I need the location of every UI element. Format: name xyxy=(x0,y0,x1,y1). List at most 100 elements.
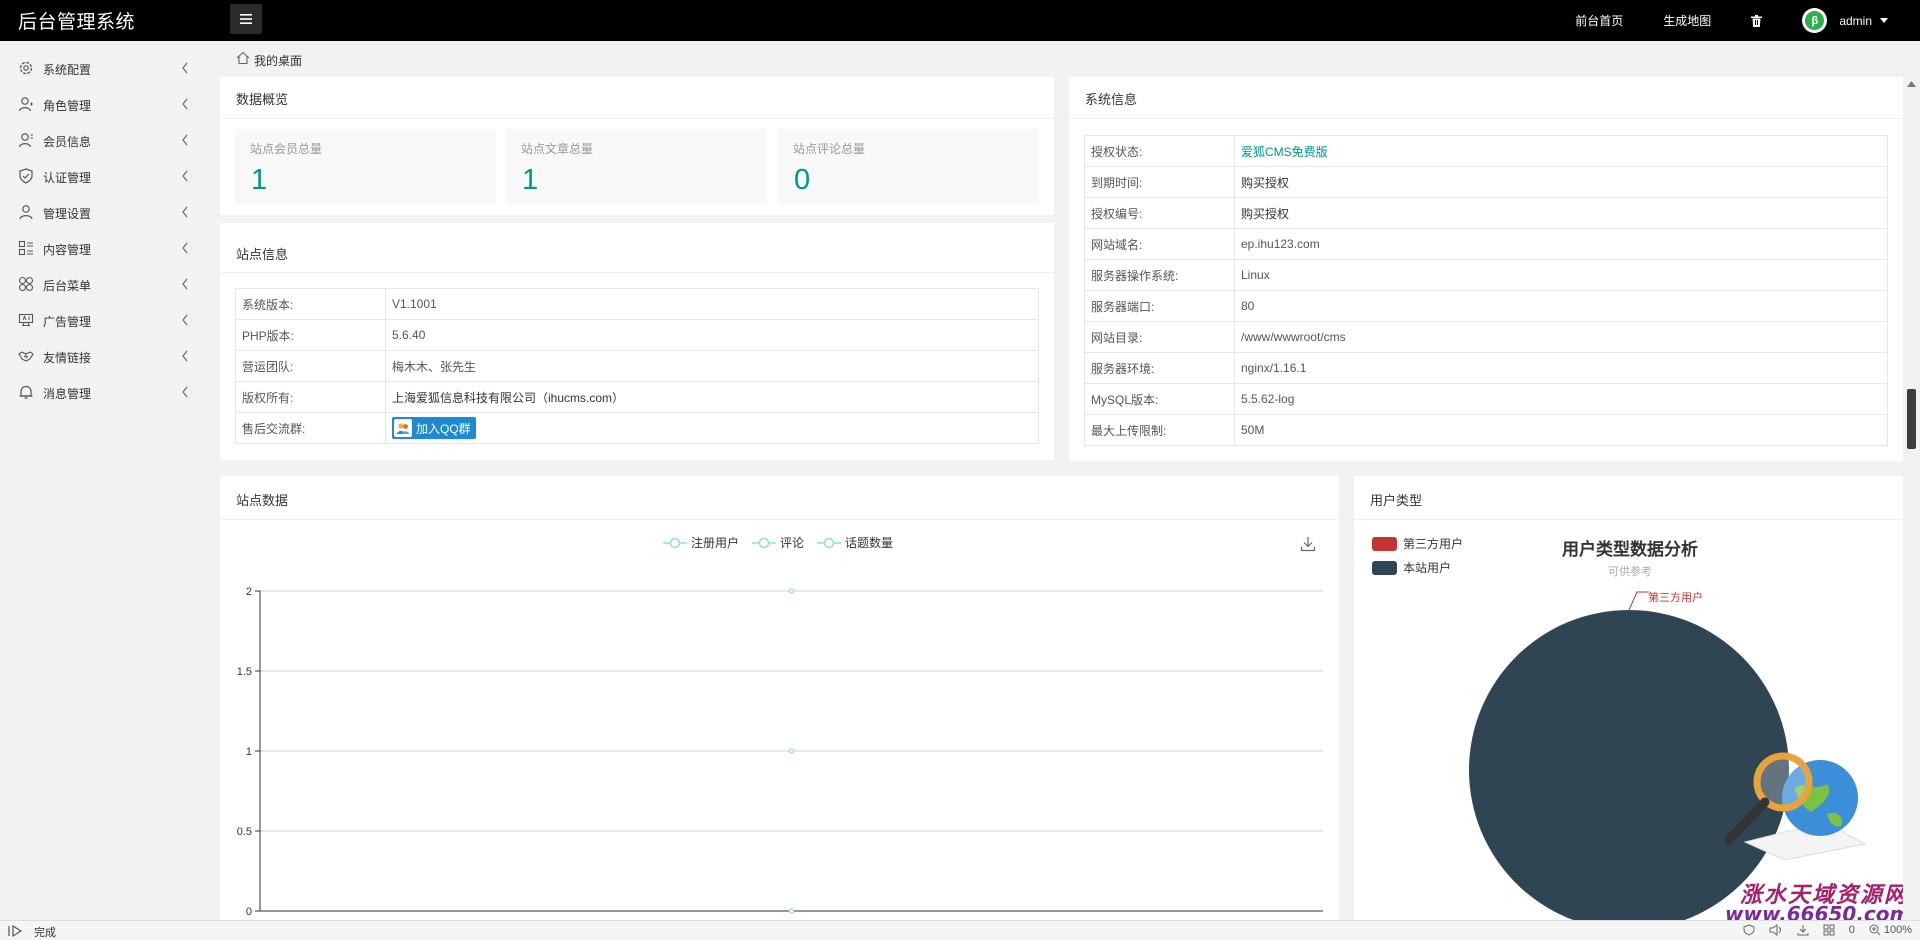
chevron-left-icon xyxy=(182,134,188,146)
line-chart: 2 1.5 1 0.5 0 xyxy=(237,586,1323,918)
top-header: 后台管理系统 前台首页 生成地图 β admin xyxy=(0,0,1920,41)
legend-item[interactable]: 话题数量 xyxy=(817,534,893,551)
stat-label: 站点评论总量 xyxy=(793,142,866,156)
sidebar-item-auth[interactable]: 认证管理 xyxy=(0,158,220,194)
download-icon[interactable] xyxy=(1300,536,1316,552)
divider xyxy=(1069,118,1903,119)
sidebar-item-system-config[interactable]: 系统配置 xyxy=(0,50,220,86)
legend-label: 本站用户 xyxy=(1403,561,1452,575)
handshake-icon xyxy=(18,351,34,362)
sidebar-item-label: 认证管理 xyxy=(43,171,92,185)
row-value[interactable]: 购买授权 xyxy=(1234,166,1888,198)
stat-comment-total: 站点评论总量 0 xyxy=(778,129,1039,205)
stat-label: 站点会员总量 xyxy=(250,142,323,156)
speaker-icon[interactable] xyxy=(1769,924,1783,936)
user-icon xyxy=(19,205,33,220)
sidebar-item-backend-menu[interactable]: 后台菜单 xyxy=(0,266,220,302)
bell-icon xyxy=(19,385,33,399)
sidebar-item-ads[interactable]: 广告管理 xyxy=(0,302,220,338)
table-row: 服务器端口: 80 xyxy=(1084,290,1888,322)
table-row: PHP版本: 5.6.40 xyxy=(235,319,1039,351)
panel-title: 站点数据 xyxy=(236,493,289,508)
front-home-link[interactable]: 前台首页 xyxy=(1575,12,1623,29)
grid-status-icon[interactable] xyxy=(1823,924,1835,936)
gear-icon xyxy=(19,61,33,75)
page-scrollbar[interactable] xyxy=(1903,77,1920,920)
legend-swatch xyxy=(1372,536,1397,551)
panel-title: 数据概览 xyxy=(236,92,289,107)
table-row: 网站目录:/www/wwwroot/cms xyxy=(1084,321,1888,353)
chevron-left-icon xyxy=(182,98,188,110)
row-key: 服务器操作系统: xyxy=(1084,259,1235,291)
table-row: 网站域名: ep.ihu123.com xyxy=(1084,228,1888,260)
row-value: 梅木木、张先生 xyxy=(385,350,1039,382)
row-key: 最大上传限制: xyxy=(1084,414,1235,446)
stat-value: 0 xyxy=(794,164,811,196)
scroll-up-icon[interactable] xyxy=(1907,81,1916,87)
sidebar-item-messages[interactable]: 消息管理 xyxy=(0,374,220,410)
pie-chart-subtitle: 可供参考 xyxy=(1608,566,1652,578)
table-row: 最大上传限制: 50M xyxy=(1084,414,1888,446)
stat-member-total: 站点会员总量 1 xyxy=(235,129,496,205)
menu-grid-icon xyxy=(18,276,34,292)
globe-magnifier-icon xyxy=(1724,752,1867,861)
row-value: V1.1001 xyxy=(385,288,1039,320)
zoom-level[interactable]: 100% xyxy=(1884,924,1912,936)
sidebar-item-member[interactable]: 会员信息 xyxy=(0,122,220,158)
sidebar-item-label: 后台菜单 xyxy=(43,279,92,293)
row-value[interactable]: 购买授权 xyxy=(1234,197,1888,229)
legend-item[interactable]: 评论 xyxy=(752,534,804,551)
row-key: 到期时间: xyxy=(1084,166,1235,198)
pie-callout-line xyxy=(1628,591,1649,611)
sidebar-item-admin-settings[interactable]: 管理设置 xyxy=(0,194,220,230)
download-status-icon[interactable] xyxy=(1797,924,1809,936)
legend-item[interactable]: 注册用户 xyxy=(663,534,739,551)
caret-down-icon xyxy=(1880,18,1888,23)
sidebar-item-label: 广告管理 xyxy=(43,315,92,329)
legend-label: 第三方用户 xyxy=(1403,537,1464,551)
clear-cache-button[interactable] xyxy=(1751,14,1763,27)
license-status-link[interactable]: 爱狐CMS免费版 xyxy=(1241,145,1328,159)
row-key: MySQL版本: xyxy=(1084,383,1235,415)
home-icon xyxy=(236,51,250,65)
table-row: 授权编号: 购买授权 xyxy=(1084,197,1888,229)
user-menu[interactable]: β admin xyxy=(1802,8,1888,33)
sidebar-item-links[interactable]: 友情链接 xyxy=(0,338,220,374)
zoom-icon[interactable] xyxy=(1869,924,1881,936)
data-point-评论 xyxy=(788,908,795,914)
scroll-thumb[interactable] xyxy=(1907,389,1916,449)
y-tick-label: 2 xyxy=(246,586,252,598)
data-point-注册用户 xyxy=(788,748,795,754)
sidebar-item-label: 会员信息 xyxy=(43,135,92,149)
shield-icon xyxy=(19,168,33,184)
status-right: 0 100% xyxy=(1743,924,1912,936)
sidebar: 系统配置 角色管理 会员信息 认证管理 管理设置 内容管理 后台菜单 广告管理 xyxy=(0,41,220,921)
chevron-left-icon xyxy=(182,206,188,218)
sidebar-item-role[interactable]: 角色管理 xyxy=(0,86,220,122)
join-qq-group-button[interactable]: 加入QQ群 xyxy=(392,417,476,439)
row-key: 网站目录: xyxy=(1084,321,1235,353)
stat-value: 1 xyxy=(522,164,539,196)
play-icon[interactable] xyxy=(8,925,24,937)
legend-line-circle-icon xyxy=(817,537,841,548)
row-value: 80 xyxy=(1234,290,1888,322)
table-row: 授权状态: 爱狐CMS免费版 xyxy=(1084,135,1888,167)
menu-toggle-button[interactable] xyxy=(230,4,262,34)
y-tick-label: 0 xyxy=(246,906,252,918)
pie-chart xyxy=(1469,591,1789,920)
legend-line-circle-icon xyxy=(663,537,687,548)
breadcrumb-current[interactable]: 我的桌面 xyxy=(254,52,302,69)
data-point-话题数量 xyxy=(788,588,795,594)
y-tick-label: 1.5 xyxy=(237,666,252,678)
generate-sitemap-link[interactable]: 生成地图 xyxy=(1663,12,1711,29)
pie-legend-item[interactable]: 第三方用户 xyxy=(1372,535,1463,552)
sidebar-item-content[interactable]: 内容管理 xyxy=(0,230,220,266)
row-value: 爱狐CMS免费版 xyxy=(1234,135,1888,167)
pie-legend-item[interactable]: 本站用户 xyxy=(1372,559,1451,576)
chevron-left-icon xyxy=(182,386,188,398)
divider xyxy=(220,272,1054,273)
shield-status-icon[interactable] xyxy=(1743,924,1755,936)
row-value: 5.5.62-log xyxy=(1234,383,1888,415)
panel-title: 站点信息 xyxy=(236,247,289,262)
stat-article-total: 站点文章总量 1 xyxy=(506,129,767,205)
